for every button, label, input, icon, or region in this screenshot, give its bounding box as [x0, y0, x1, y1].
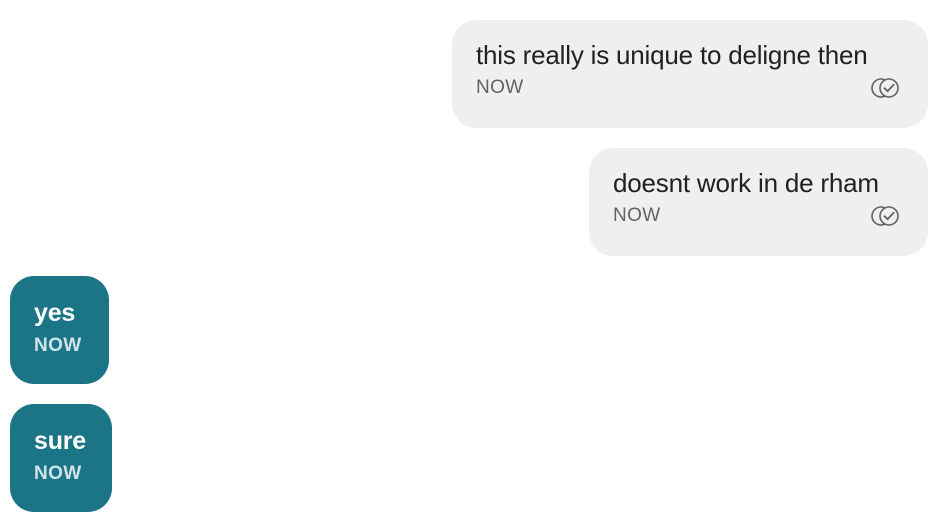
message-timestamp: NOW: [613, 205, 661, 226]
message-text: sure: [34, 427, 87, 455]
message-meta: NOW: [34, 462, 88, 486]
message-text: this really is unique to deligne then: [476, 40, 868, 70]
message-timestamp: NOW: [34, 463, 82, 484]
message-text: yes: [34, 299, 76, 327]
outgoing-message-bubble[interactable]: this really is unique to deligne then NO…: [452, 20, 928, 128]
read-receipt-icon: [868, 76, 904, 100]
message-thread: this really is unique to deligne then NO…: [0, 0, 930, 516]
incoming-message-bubble[interactable]: yes NOW: [10, 276, 109, 384]
message-text: doesnt work in de rham: [613, 168, 879, 198]
message-meta: NOW: [34, 334, 85, 358]
message-timestamp: NOW: [476, 77, 524, 98]
outgoing-message-bubble[interactable]: doesnt work in de rham NOW: [589, 148, 928, 256]
read-receipt-icon: [868, 204, 904, 228]
incoming-message-bubble[interactable]: sure NOW: [10, 404, 112, 512]
message-timestamp: NOW: [34, 335, 82, 356]
message-meta: NOW: [613, 204, 904, 228]
message-meta: NOW: [476, 76, 904, 100]
